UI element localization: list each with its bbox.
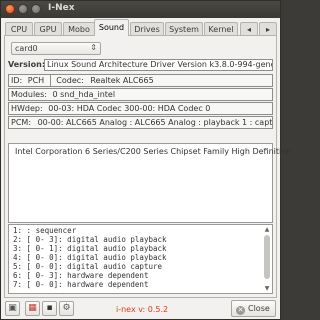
tab-system[interactable]: System <box>165 22 203 35</box>
list-item[interactable]: 1: : sequencer <box>9 226 272 235</box>
maximize-window-icon[interactable] <box>31 4 41 14</box>
modules-row: Modules: 0 snd_hda_intel <box>8 88 273 101</box>
settings-button[interactable]: ⚙ <box>59 301 74 316</box>
footer-bar: ▣ ▦ ▪ ⚙ i-nex v: 0.5.2 ✕ Close <box>1 299 280 319</box>
tab-scroll-right[interactable]: ▸ <box>259 22 277 35</box>
screenshot-button[interactable]: ▣ <box>5 301 20 316</box>
window-title: I-Nex <box>48 3 75 13</box>
device-list-scrollbar[interactable]: ▲ ▼ <box>263 226 271 292</box>
tab-cpu[interactable]: CPU <box>5 22 33 35</box>
hwdep-label: HWdep: <box>11 104 43 113</box>
codec-label: Codec: <box>56 76 84 85</box>
sound-panel: card0 ⇕ Version: Linux Sound Architectur… <box>4 35 291 298</box>
close-window-icon[interactable] <box>5 4 15 14</box>
minimize-window-icon[interactable] <box>18 4 28 14</box>
pcm-row: PCM: 00-00: ALC665 Analog : ALC665 Analo… <box>8 116 273 129</box>
list-item[interactable]: 6: [ 0- 3]: hardware dependent <box>9 271 272 280</box>
modules-value: 0 snd_hda_intel <box>52 90 116 99</box>
tab-scroll-left[interactable]: ◂ <box>240 22 258 35</box>
save-button[interactable]: ▪ <box>42 301 57 316</box>
scroll-down-icon[interactable]: ▼ <box>263 285 271 292</box>
chipset-panel[interactable]: Intel Corporation 6 Series/C200 Series C… <box>8 143 291 223</box>
scroll-thumb[interactable] <box>264 235 270 279</box>
scroll-up-icon[interactable]: ▲ <box>263 226 271 233</box>
app-window: I-Nex CPU GPU Mobo Sound Drives System K… <box>0 0 291 320</box>
pcm-value: 00-00: ALC665 Analog : ALC665 Analog : p… <box>37 118 273 127</box>
app-version: i-nex v: 0.5.2 <box>116 305 169 314</box>
close-button[interactable]: ✕ Close <box>231 300 276 317</box>
pcm-label: PCM: <box>11 118 32 127</box>
id-value: PCH <box>27 76 45 85</box>
list-item[interactable]: 3: [ 0- 1]: digital audio playback <box>9 244 272 253</box>
hwdep-row: HWdep: 00-03: HDA Codec 300-00: HDA Code… <box>8 102 273 115</box>
version-label: Version: <box>8 60 46 69</box>
list-item[interactable]: 2: [ 0- 3]: digital audio playback <box>9 235 272 244</box>
report-icon: ▦ <box>28 303 37 313</box>
save-icon: ▪ <box>46 303 53 313</box>
tab-drives[interactable]: Drives <box>130 22 164 35</box>
id-codec-row: ID: PCH Codec: Realtek ALC665 <box>8 74 273 87</box>
tab-gpu[interactable]: GPU <box>34 22 62 35</box>
version-field[interactable]: Linux Sound Architecture Driver Version … <box>44 59 273 71</box>
list-item[interactable]: 4: [ 0- 0]: digital audio playback <box>9 253 272 262</box>
card-select[interactable]: card0 ⇕ <box>11 42 101 55</box>
tab-sound[interactable]: Sound <box>94 19 129 36</box>
device-list[interactable]: 1: : sequencer 2: [ 0- 3]: digital audio… <box>8 224 273 294</box>
id-label: ID: <box>11 76 23 85</box>
report-button[interactable]: ▦ <box>25 301 40 316</box>
list-item[interactable]: 7: [ 0- 0]: hardware dependent <box>9 280 272 289</box>
close-icon: ✕ <box>236 306 245 315</box>
chevron-updown-icon: ⇕ <box>90 43 97 52</box>
list-item[interactable]: 5: [ 0- 0]: digital audio capture <box>9 262 272 271</box>
title-bar[interactable]: I-Nex <box>1 1 280 18</box>
camera-icon: ▣ <box>8 303 17 313</box>
tab-kernel[interactable]: Kernel <box>204 22 238 35</box>
chipset-text: Intel Corporation 6 Series/C200 Series C… <box>15 147 292 156</box>
hwdep-value: 00-03: HDA Codec 300-00: HDA Codec 0 <box>48 104 211 113</box>
codec-value: Realtek ALC665 <box>90 76 154 85</box>
tab-mobo[interactable]: Mobo <box>63 22 95 35</box>
modules-label: Modules: <box>11 90 47 99</box>
close-button-label: Close <box>248 304 270 313</box>
card-select-value: card0 <box>15 44 38 53</box>
gear-icon: ⚙ <box>62 303 71 313</box>
